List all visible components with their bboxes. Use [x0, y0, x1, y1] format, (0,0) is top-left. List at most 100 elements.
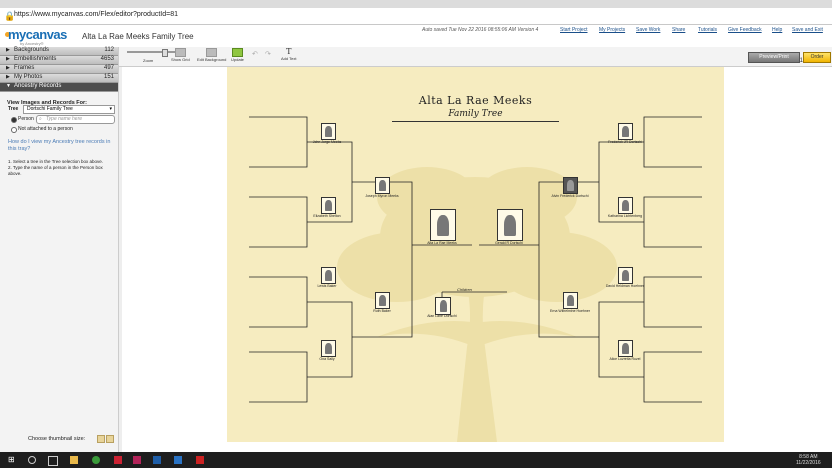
person-silhouette-icon [379, 180, 386, 191]
person-radio[interactable] [11, 117, 17, 123]
chrome-icon[interactable] [92, 456, 100, 464]
section-label: Embellishments [14, 56, 57, 62]
start-project-link[interactable]: Start Project [560, 27, 588, 33]
spouse-photo[interactable] [497, 209, 523, 241]
tray-section-backgrounds[interactable]: ▶ Backgrounds 112 [0, 47, 118, 56]
section-count: 112 [104, 47, 114, 53]
mgf-photo[interactable] [321, 267, 336, 284]
save-exit-link[interactable]: Save and Exit [792, 27, 823, 33]
person-silhouette-icon [622, 200, 629, 211]
smother-photo[interactable] [563, 292, 578, 309]
background-icon [206, 48, 218, 57]
pgf-photo[interactable] [321, 123, 336, 140]
file-explorer-icon[interactable] [70, 456, 78, 464]
smgm-name: Alice Luzretia Ruzel [609, 357, 641, 361]
sfather-photo[interactable] [563, 177, 578, 194]
title-rule [392, 121, 559, 122]
smgf-photo[interactable] [618, 267, 633, 284]
acrobat-icon[interactable] [114, 456, 122, 464]
smgm-photo[interactable] [618, 340, 633, 357]
expand-arrow-icon: ▶ [6, 56, 10, 62]
pgf-name: John Jorge Meeks [312, 140, 342, 144]
preview-print-button[interactable]: Preview/Print [748, 52, 800, 63]
start-icon[interactable]: ⊞ [8, 455, 16, 464]
mgm-photo[interactable] [321, 340, 336, 357]
mycanvas-logo[interactable]: mycanvas by Ancestry® [5, 27, 78, 46]
address-bar[interactable]: 🔒 https://www.mycanvas.com/Flex/editor?p… [0, 8, 832, 25]
update-button[interactable]: Update [231, 48, 244, 62]
tree-subtitle[interactable]: Family Tree [227, 109, 724, 119]
thumb-small-button[interactable] [97, 435, 105, 443]
person-search-input[interactable]: ⌕ Type name here [36, 115, 115, 124]
person-silhouette-icon [504, 214, 516, 236]
help-link[interactable]: How do I view my Ancestry tree records i… [8, 139, 113, 153]
editor-toolbar: Zoom Show Grid Edit Background Update ↶ … [119, 47, 832, 67]
spgm-photo[interactable] [618, 197, 633, 214]
tutorials-link[interactable]: Tutorials [698, 27, 717, 33]
photoshop-icon[interactable] [153, 456, 161, 464]
not-attached-label: Not attached to a person [18, 126, 73, 132]
browser-tabstrip [0, 0, 832, 8]
logo-sub: by Ancestry® [20, 41, 44, 46]
not-attached-radio[interactable] [11, 127, 17, 133]
chevron-down-icon: ▾ [109, 106, 112, 112]
share-link[interactable]: Share [672, 27, 685, 33]
section-label: Backgrounds [14, 47, 50, 53]
redo-icon[interactable]: ↷ [265, 50, 271, 58]
search-icon: ⌕ [39, 116, 42, 122]
thumb-large-button[interactable] [106, 435, 114, 443]
mother-photo[interactable] [375, 292, 390, 309]
children-label: Children [457, 287, 472, 292]
outlook-icon[interactable] [174, 456, 182, 464]
give-feedback-link[interactable]: Give Feedback [728, 27, 762, 33]
person-silhouette-icon [622, 270, 629, 281]
person-silhouette-icon [325, 343, 332, 354]
sfather-name: Alvin Frederick Dortschi [551, 194, 589, 198]
text-icon: T [286, 47, 292, 56]
section-count: 151 [103, 74, 114, 80]
tray-section-ancestry-records[interactable]: ▼ Ancestry Records [0, 83, 118, 92]
help-link[interactable]: Help [772, 27, 782, 33]
logo-text: mycanvas [8, 27, 67, 42]
my-projects-link[interactable]: My Projects [599, 27, 625, 33]
person-silhouette-icon [622, 343, 629, 354]
root-name: Alta La Rae Meeks [427, 241, 457, 245]
smgf-name: David Heldman Hoehner [605, 284, 645, 288]
tree-select-value: Dortschi Family Tree [27, 106, 73, 112]
task-view-icon[interactable] [48, 456, 58, 466]
grid-icon [174, 48, 186, 57]
search-icon[interactable] [28, 456, 36, 464]
windows-taskbar: ⊞ 8:58 AM 11/22/2016 [0, 452, 832, 468]
instructions: 1. Select a tree in the Tree selection b… [8, 159, 113, 177]
add-text-button[interactable]: T Add Text [281, 47, 297, 62]
tray-section-embellishments[interactable]: ▶ Embellishments 4653 [0, 56, 118, 65]
tree-select[interactable]: Dortschi Family Tree ▾ [23, 105, 115, 114]
undo-icon[interactable]: ↶ [252, 50, 258, 58]
save-work-link[interactable]: Save Work [636, 27, 660, 33]
person-placeholder: Type name here [46, 116, 83, 122]
zoom-slider-handle[interactable] [162, 49, 168, 57]
person-silhouette-icon [325, 200, 332, 211]
url-text[interactable]: https://www.mycanvas.com/Flex/editor?pro… [14, 11, 178, 18]
vertical-ruler [119, 67, 122, 452]
indesign-icon[interactable] [133, 456, 141, 464]
app-header: mycanvas by Ancestry® Alta La Rae Meeks … [0, 25, 832, 47]
system-clock[interactable]: 8:58 AM 11/22/2016 [796, 454, 821, 466]
root-photo[interactable] [430, 209, 456, 241]
app-icon[interactable] [196, 456, 204, 464]
spouse-name: Gerald R Dortschi [495, 241, 523, 245]
tray-section-frames[interactable]: ▶ Frames 497 [0, 65, 118, 74]
tree-title[interactable]: Alta La Rae Meeks [227, 94, 724, 107]
edit-background-button[interactable]: Edit Background [197, 48, 226, 62]
section-label: Frames [14, 65, 35, 71]
tray-section-my-photos[interactable]: ▶ My Photos 151 [0, 74, 118, 83]
child-photo[interactable] [435, 297, 451, 315]
update-icon [231, 48, 243, 57]
show-grid-button[interactable]: Show Grid [171, 48, 190, 62]
zoom-slider[interactable] [127, 49, 175, 57]
father-photo[interactable] [375, 177, 390, 194]
pgm-photo[interactable] [321, 197, 336, 214]
spgf-photo[interactable] [618, 123, 633, 140]
family-tree-canvas[interactable]: Alta La Rae Meeks Family Tree Alta La Ra… [227, 67, 724, 442]
order-button[interactable]: Order [803, 52, 831, 63]
